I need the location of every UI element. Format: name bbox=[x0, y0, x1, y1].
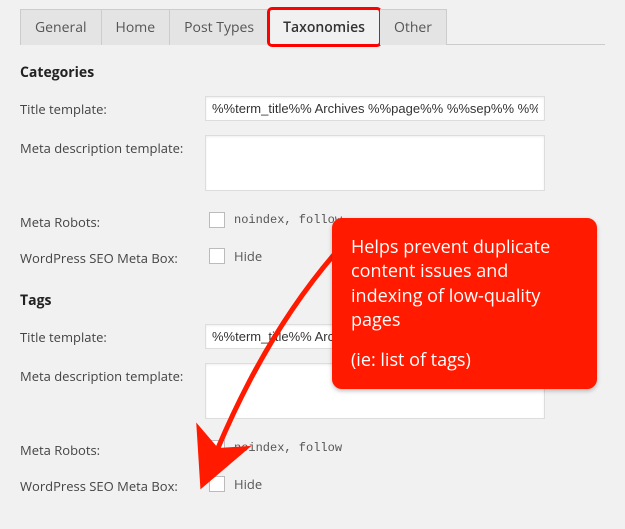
categories-heading: Categories bbox=[20, 63, 605, 82]
annotation-callout: Helps prevent duplicate content issues a… bbox=[332, 218, 597, 389]
tags-seo-box-checkbox[interactable] bbox=[209, 476, 225, 492]
categories-meta-desc-input[interactable] bbox=[205, 135, 545, 191]
tags-seo-box-text: Hide bbox=[234, 475, 262, 493]
settings-tabs: General Home Post Types Taxonomies Other bbox=[20, 8, 605, 45]
tab-general[interactable]: General bbox=[20, 9, 102, 45]
categories-robots-text: noindex, follow bbox=[234, 213, 342, 227]
categories-title-input[interactable] bbox=[205, 96, 545, 121]
categories-robots-checkbox[interactable] bbox=[209, 212, 225, 228]
categories-robots-label: Meta Robots: bbox=[20, 209, 205, 231]
annotation-arrow bbox=[208, 230, 348, 460]
tags-seo-box-label: WordPress SEO Meta Box: bbox=[20, 473, 205, 495]
tab-post-types[interactable]: Post Types bbox=[170, 9, 269, 45]
tab-other[interactable]: Other bbox=[380, 9, 447, 45]
tags-title-label: Title template: bbox=[20, 324, 205, 346]
categories-meta-desc-label: Meta description template: bbox=[20, 135, 205, 157]
categories-seo-box-label: WordPress SEO Meta Box: bbox=[20, 245, 205, 267]
tags-robots-label: Meta Robots: bbox=[20, 437, 205, 459]
tags-meta-desc-label: Meta description template: bbox=[20, 363, 205, 385]
tab-home[interactable]: Home bbox=[102, 9, 171, 45]
categories-title-label: Title template: bbox=[20, 96, 205, 118]
annotation-text-1: Helps prevent duplicate content issues a… bbox=[351, 235, 578, 332]
annotation-text-2: (ie: list of tags) bbox=[351, 348, 578, 372]
tab-taxonomies[interactable]: Taxonomies bbox=[269, 9, 380, 45]
